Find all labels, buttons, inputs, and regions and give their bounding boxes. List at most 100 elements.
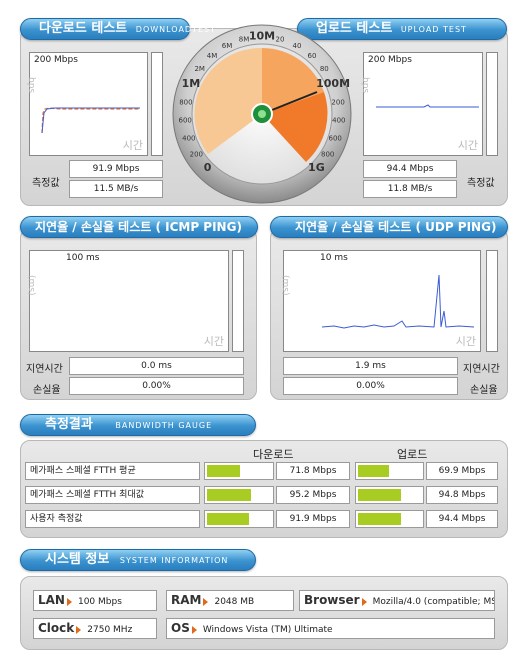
- download-header-title: 다운로드 테스트: [39, 21, 128, 36]
- bar-fill: [207, 489, 251, 501]
- download-measure-label: 측정값: [32, 178, 60, 189]
- udp-graph: 10 ms (ms) 시간: [280, 250, 481, 352]
- download-graph: 200 Mbps bps 시간: [26, 52, 148, 156]
- download-scale-bar: [151, 52, 163, 156]
- system-header-title: 시스템 정보: [45, 552, 110, 567]
- gauge-tick-label: 600: [329, 134, 342, 142]
- system-ram: RAM 2048 MB: [166, 590, 294, 611]
- upload-mbs: 11.8 MB/s: [363, 180, 457, 198]
- gauge-tick-label: 80: [320, 65, 329, 73]
- udp-loss-value: 0.00%: [283, 377, 458, 395]
- upload-mbps: 94.4 Mbps: [363, 160, 457, 178]
- gauge-tick-label: 200: [331, 99, 344, 107]
- gauge-tick-label: 1G: [308, 161, 325, 174]
- ram-label: RAM: [171, 593, 202, 607]
- upload-scale-bar: [486, 52, 498, 156]
- result-download-value: 91.9 Mbps: [276, 510, 350, 528]
- udp-header: 지연율 / 손실율 테스트 ( UDP PING): [270, 216, 508, 238]
- gauge-tick-label: 10M: [249, 30, 275, 43]
- result-upload-value: 94.8 Mbps: [426, 486, 498, 504]
- download-header: 다운로드 테스트 DOWNLOADTEST: [20, 18, 215, 40]
- bar-fill: [358, 489, 401, 501]
- icmp-graph: 100 ms (ms) 시간: [26, 250, 229, 352]
- results-header: 측정결과 BANDWIDTH GAUGE: [20, 414, 256, 436]
- clock-value: 2750 MHz: [87, 625, 133, 635]
- arrow-icon: [361, 597, 367, 606]
- browser-label: Browser: [304, 593, 360, 607]
- gauge-tick-label: 400: [332, 117, 345, 125]
- gauge-tick-label: 400: [182, 134, 195, 142]
- bar-fill: [358, 465, 390, 477]
- arrow-icon: [66, 597, 72, 606]
- upload-measure-label: 측정값: [467, 178, 495, 189]
- icmp-delay-label: 지연시간: [26, 364, 63, 375]
- ram-value: 2048 MB: [214, 597, 255, 607]
- udp-delay-label: 지연시간: [463, 364, 500, 375]
- result-download-bar: [204, 462, 274, 480]
- gauge-tick-label: 600: [179, 117, 192, 125]
- gauge-tick-label: 8M: [239, 36, 250, 44]
- result-row-label: 메가패스 스페셜 FTTH 최대값: [25, 486, 200, 504]
- upload-graph: 200 Mbps bps 시간: [360, 52, 483, 156]
- result-upload-value: 94.4 Mbps: [426, 510, 498, 528]
- lan-value: 100 Mbps: [77, 597, 122, 607]
- system-clock: Clock 2750 MHz: [33, 618, 157, 639]
- gauge-tick-label: 200: [190, 151, 203, 159]
- gauge-tick-label: 800: [179, 99, 192, 107]
- gauge-tick-label: 4M: [207, 52, 218, 60]
- icmp-loss-value: 0.00%: [69, 377, 244, 395]
- icmp-scale-bar: [232, 250, 244, 352]
- result-upload-value: 69.9 Mbps: [426, 462, 498, 480]
- browser-value: Mozilla/4.0 (compatible; MS: [372, 597, 495, 607]
- download-graph-time: 시간: [122, 139, 143, 152]
- system-header: 시스템 정보 SYSTEM INFORMATION: [20, 549, 256, 571]
- results-header-title: 측정결과: [45, 417, 93, 432]
- gauge-tick-label: 20: [276, 36, 285, 44]
- result-upload-bar: [355, 486, 424, 504]
- result-download-bar: [204, 486, 274, 504]
- udp-loss-label: 손실율: [470, 385, 498, 396]
- udp-graph-time: 시간: [455, 335, 476, 348]
- arrow-icon: [203, 597, 209, 606]
- result-row-label: 사용자 측정값: [25, 510, 200, 528]
- clock-label: Clock: [38, 621, 75, 635]
- result-download-value: 95.2 Mbps: [276, 486, 350, 504]
- icmp-graph-ylabel: (ms): [26, 275, 36, 296]
- gauge-tick-label: 6M: [222, 42, 233, 50]
- result-row-label: 메가패스 스페셜 FTTH 평균: [25, 462, 200, 480]
- speed-gauge: 02004006008001M2M4M6M8M 10M 20406080100M20…: [172, 24, 352, 204]
- gauge-tick-label: 100M: [316, 77, 350, 90]
- gauge-tick-label: 800: [321, 151, 334, 159]
- system-os: OS Windows Vista (TM) Ultimate: [166, 618, 495, 639]
- result-upload-bar: [355, 462, 424, 480]
- bar-fill: [207, 513, 250, 525]
- result-upload-bar: [355, 510, 424, 528]
- udp-graph-line: [321, 274, 475, 329]
- results-col-upload: 업로드: [397, 448, 428, 461]
- result-download-value: 71.8 Mbps: [276, 462, 350, 480]
- icmp-header-title: 지연율 / 손실율 테스트 ( ICMP PING): [35, 220, 242, 234]
- arrow-icon: [191, 625, 197, 634]
- results-header-sub: BANDWIDTH GAUGE: [115, 421, 213, 430]
- results-col-download: 다운로드: [253, 448, 294, 461]
- download-mbs: 11.5 MB/s: [69, 180, 163, 198]
- os-label: OS: [171, 621, 190, 635]
- udp-header-title: 지연율 / 손실율 테스트 ( UDP PING): [295, 220, 497, 234]
- system-header-sub: SYSTEM INFORMATION: [119, 556, 229, 565]
- gauge-tick-label: 60: [308, 52, 317, 60]
- download-mbps: 91.9 Mbps: [69, 160, 163, 178]
- lan-label: LAN: [38, 593, 65, 607]
- gauge-tick-label: 2M: [194, 65, 205, 73]
- arrow-icon: [76, 625, 82, 634]
- icmp-delay-value: 0.0 ms: [69, 357, 244, 375]
- icmp-graph-max: 100 ms: [66, 253, 100, 263]
- upload-header-sub: UPLOAD TEST: [400, 25, 467, 34]
- icmp-header: 지연율 / 손실율 테스트 ( ICMP PING): [20, 216, 258, 238]
- icmp-graph-time: 시간: [203, 335, 224, 348]
- udp-delay-value: 1.9 ms: [283, 357, 458, 375]
- os-value: Windows Vista (TM) Ultimate: [202, 625, 333, 635]
- system-browser: Browser Mozilla/4.0 (compatible; MS: [299, 590, 495, 611]
- upload-graph-time: 시간: [457, 139, 478, 152]
- bar-fill: [358, 513, 401, 525]
- udp-scale-bar: [486, 250, 498, 352]
